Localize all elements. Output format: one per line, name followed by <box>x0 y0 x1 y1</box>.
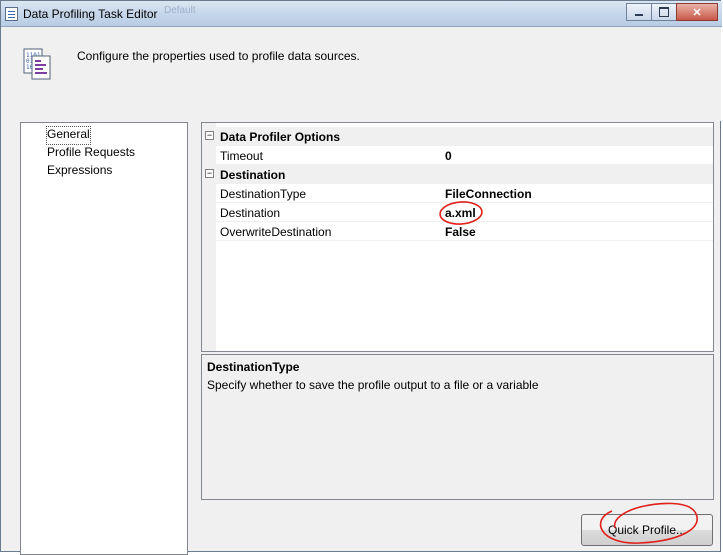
background-ghost-text: Default <box>164 5 196 16</box>
property-row-destinationtype[interactable]: DestinationType FileConnection <box>202 184 713 203</box>
header-description: Configure the properties used to profile… <box>77 49 360 63</box>
property-value[interactable]: 0 <box>445 149 452 163</box>
header-area: 1101 0110 1010 Configure the properties … <box>2 27 721 121</box>
property-grid: − Data Profiler Options Timeout 0 − Dest… <box>201 122 714 352</box>
nav-item-expressions[interactable]: Expressions <box>46 162 113 179</box>
property-name: Timeout <box>220 149 263 163</box>
maximize-button[interactable] <box>651 3 677 21</box>
property-name: OverwriteDestination <box>220 225 332 239</box>
property-name: Destination <box>220 206 281 220</box>
category-label: Data Profiler Options <box>220 130 341 144</box>
title-bar[interactable]: Data Profiling Task Editor Default ✕ <box>1 1 722 27</box>
property-row-overwritedestination[interactable]: OverwriteDestination False <box>202 222 713 241</box>
property-name: DestinationType <box>220 187 307 201</box>
dialog-window: Data Profiling Task Editor Default ✕ 110… <box>0 0 722 555</box>
property-row-destination[interactable]: Destination a.xml <box>202 203 713 222</box>
collapse-icon[interactable]: − <box>205 169 214 178</box>
app-icon <box>5 7 18 21</box>
minimize-button[interactable] <box>626 3 652 21</box>
window-controls: ✕ <box>626 3 718 21</box>
nav-item-profile-requests[interactable]: Profile Requests <box>46 144 136 161</box>
page-navigation-list: General Profile Requests Expressions <box>20 122 188 555</box>
property-value[interactable]: False <box>445 225 476 239</box>
category-destination[interactable]: − Destination <box>202 165 713 184</box>
property-value[interactable]: FileConnection <box>445 187 532 201</box>
description-title: DestinationType <box>207 360 300 374</box>
category-data-profiler-options[interactable]: − Data Profiler Options <box>202 127 713 146</box>
collapse-icon[interactable]: − <box>205 131 214 140</box>
close-button[interactable]: ✕ <box>676 3 718 21</box>
profiling-task-icon: 1101 0110 1010 <box>23 48 51 80</box>
description-pane: DestinationType Specify whether to save … <box>201 354 714 500</box>
property-row-timeout[interactable]: Timeout 0 <box>202 146 713 165</box>
nav-item-general[interactable]: General <box>46 126 91 145</box>
window-title: Data Profiling Task Editor <box>23 7 158 21</box>
maximize-icon <box>659 7 669 17</box>
quick-profile-button[interactable]: Quick Profile... <box>581 514 713 546</box>
property-value[interactable]: a.xml <box>445 206 476 220</box>
close-icon: ✕ <box>692 6 702 19</box>
description-text: Specify whether to save the profile outp… <box>207 378 539 392</box>
minimize-icon <box>635 14 643 16</box>
category-label: Destination <box>220 168 286 182</box>
